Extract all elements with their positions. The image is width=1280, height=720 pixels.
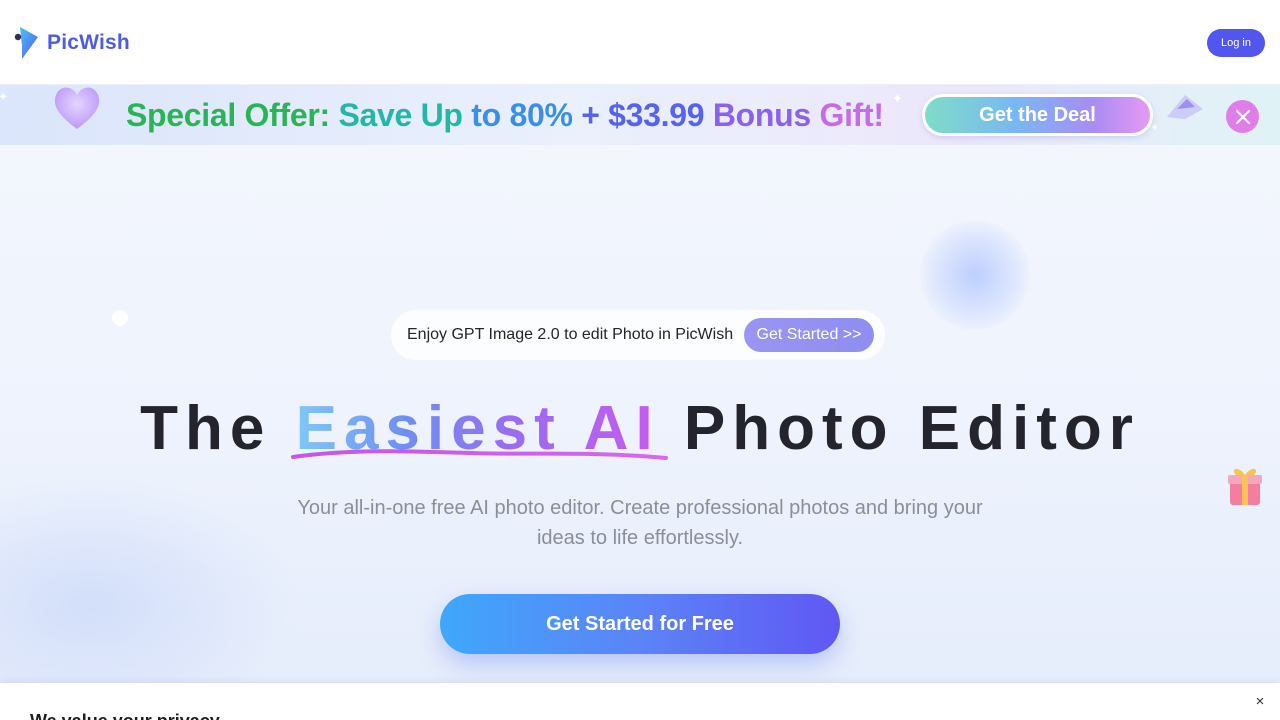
picwish-logo-icon [14,27,38,59]
site-header: PicWish Log in [0,0,1280,85]
announcement-pill: Enjoy GPT Image 2.0 to edit Photo in Pic… [391,310,885,360]
privacy-title: We value your privacy [30,711,220,720]
close-privacy-button[interactable]: × [1252,694,1268,710]
get-started-free-button[interactable]: Get Started for Free [440,594,840,654]
hero-subtitle: Your all-in-one free AI photo editor. Cr… [297,497,983,549]
get-the-deal-button[interactable]: Get the Deal [922,94,1153,136]
brand-name: PicWish [47,31,130,54]
close-icon [1235,109,1250,124]
decorative-dot [112,310,128,326]
sparkle-icon: ✦ [892,91,903,106]
decorative-blob [0,475,300,683]
announcement-text: Enjoy GPT Image 2.0 to edit Photo in Pic… [407,326,734,343]
sparkle-icon: ✦ [0,89,9,104]
announcement-get-started-button[interactable]: Get Started >> [744,318,874,352]
hero-section: Enjoy GPT Image 2.0 to edit Photo in Pic… [0,145,1280,683]
decorative-blob [920,220,1030,330]
brand-logo[interactable]: PicWish [14,26,130,60]
promo-text-part: Special Offer: [126,97,339,133]
privacy-banner: We value your privacy × [0,683,1280,720]
promo-text-part: Gift! [819,97,884,133]
promo-text-part: Save Up [338,97,472,133]
headline-underline-stroke [291,449,668,460]
gift-icon[interactable] [1224,463,1266,507]
headline-start: The [140,394,296,463]
headline-end: Photo Editor [659,394,1140,463]
promo-text-part: to 80% [471,97,582,133]
close-promo-button[interactable] [1226,100,1259,133]
promo-text-part: Bonus [712,97,820,133]
heart-icon [54,87,100,129]
promo-banner: ✦ ✦ ✦ Special Offer: Save Up to 80% + $3… [0,85,1280,145]
promo-offer-text: Special Offer: Save Up to 80% + $33.99 B… [126,97,884,134]
login-button[interactable]: Log in [1207,29,1265,57]
promo-text-part: + $33.99 [581,97,713,133]
rocket-icon [1167,95,1203,119]
